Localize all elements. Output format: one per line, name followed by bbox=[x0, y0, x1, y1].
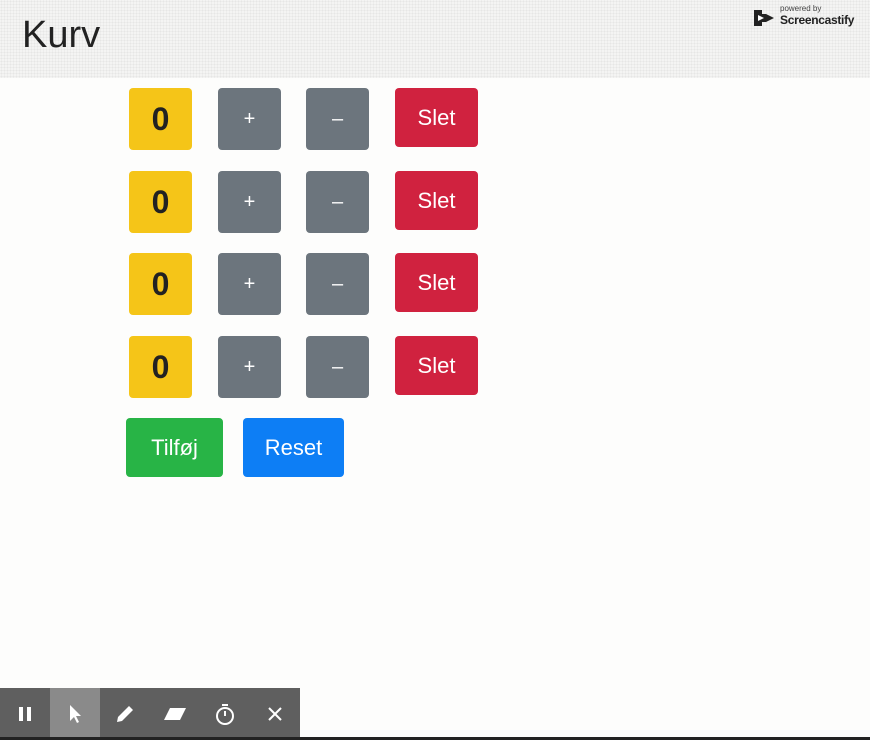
counter-value-badge: 0 bbox=[129, 253, 192, 315]
counter-value-badge: 0 bbox=[129, 171, 192, 233]
delete-button[interactable]: Slet bbox=[395, 253, 478, 312]
pause-icon[interactable] bbox=[0, 688, 50, 740]
watermark-powered-by: powered by bbox=[780, 4, 822, 13]
increment-button[interactable]: + bbox=[218, 336, 281, 398]
counter-row: 0 + – Slet bbox=[0, 336, 600, 398]
decrement-button[interactable]: – bbox=[306, 88, 369, 150]
screencastify-watermark: powered by Screencastify bbox=[752, 4, 864, 32]
recorder-toolbar bbox=[0, 688, 300, 740]
decrement-button[interactable]: – bbox=[306, 253, 369, 315]
delete-button[interactable]: Slet bbox=[395, 336, 478, 395]
page-title: Kurv bbox=[22, 14, 101, 56]
counter-row: 0 + – Slet bbox=[0, 88, 600, 150]
decrement-button[interactable]: – bbox=[306, 171, 369, 233]
counter-value-badge: 0 bbox=[129, 88, 192, 150]
close-icon[interactable] bbox=[250, 688, 300, 740]
delete-button[interactable]: Slet bbox=[395, 88, 478, 147]
delete-button[interactable]: Slet bbox=[395, 171, 478, 230]
reset-button[interactable]: Reset bbox=[243, 418, 344, 477]
increment-button[interactable]: + bbox=[218, 88, 281, 150]
page-header: Kurv powered by Screencastify bbox=[0, 0, 870, 78]
counter-row: 0 + – Slet bbox=[0, 253, 600, 315]
eraser-icon[interactable] bbox=[150, 688, 200, 740]
counter-value-badge: 0 bbox=[129, 336, 192, 398]
counter-row: 0 + – Slet bbox=[0, 171, 600, 233]
cursor-icon[interactable] bbox=[50, 688, 100, 740]
increment-button[interactable]: + bbox=[218, 171, 281, 233]
pen-icon[interactable] bbox=[100, 688, 150, 740]
screencastify-logo-icon bbox=[754, 10, 774, 26]
timer-icon[interactable] bbox=[200, 688, 250, 740]
watermark-brand: Screencastify bbox=[780, 13, 855, 27]
increment-button[interactable]: + bbox=[218, 253, 281, 315]
decrement-button[interactable]: – bbox=[306, 336, 369, 398]
add-button[interactable]: Tilføj bbox=[126, 418, 223, 477]
